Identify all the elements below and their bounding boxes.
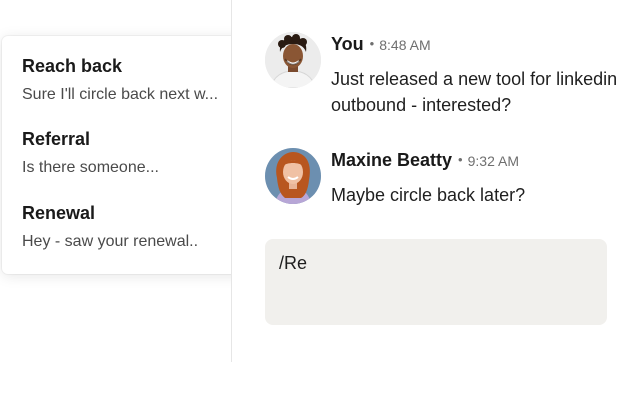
separator-dot: • [458, 152, 463, 167]
avatar-man-icon [265, 32, 321, 88]
suggestion-preview: Sure I'll circle back next w... [22, 86, 219, 103]
conversation-panel: You • 8:48 AM Just released a new tool for… [231, 0, 640, 362]
avatar[interactable] [265, 148, 321, 204]
message-text: Maybe circle back later? [331, 185, 526, 205]
avatar-woman-icon [265, 148, 321, 204]
message-header: Maxine Beatty • 9:32 AM [331, 150, 519, 171]
suggestion-item-referral[interactable]: Referral Is there someone... [22, 127, 242, 179]
message-header: You • 8:48 AM [331, 34, 431, 55]
composer-input-text[interactable]: /Re [279, 253, 307, 274]
snippet-suggestion-menu: Reach back Sure I'll circle back next w.… [2, 36, 251, 274]
suggestion-title: Reach back [22, 56, 123, 76]
separator-dot: • [369, 36, 375, 51]
suggestion-title: Renewal [22, 203, 96, 223]
suggestion-title: Referral [22, 129, 91, 149]
message-text: Just released a new tool for linkedin ou… [331, 69, 618, 115]
message-author: Maxine Beatty [331, 150, 453, 170]
message-timestamp: 8:48 AM [379, 37, 431, 53]
avatar[interactable] [265, 32, 321, 88]
suggestion-item-renewal[interactable]: Renewal Hey - saw your renewal.. [22, 201, 242, 253]
suggestion-preview: Is there someone... [22, 159, 159, 176]
message-composer[interactable]: /Re [265, 239, 607, 325]
message-timestamp: 9:32 AM [467, 153, 519, 169]
suggestion-item-reach-back[interactable]: Reach back Sure I'll circle back next w.… [22, 54, 242, 106]
suggestion-preview: Hey - saw your renewal.. [22, 233, 199, 250]
message-author: You [331, 34, 364, 54]
